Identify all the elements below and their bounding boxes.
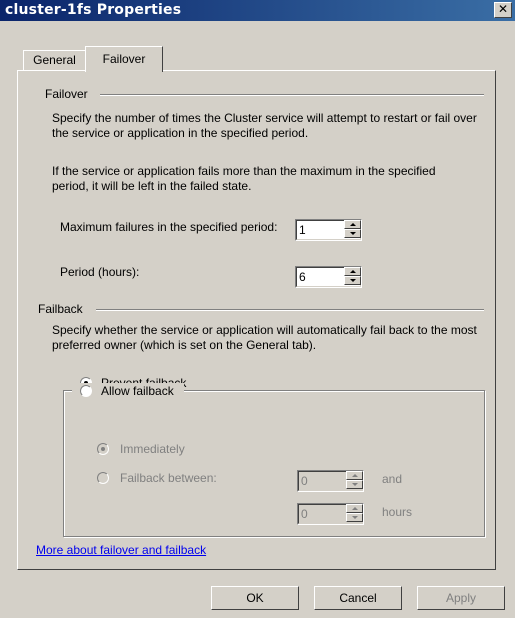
allow-failback-label[interactable]: Allow failback: [101, 384, 174, 398]
failback-between-radio[interactable]: [97, 472, 109, 484]
immediately-radio[interactable]: [97, 443, 109, 455]
failback-start-value[interactable]: 0: [301, 474, 308, 488]
failover-description-2: If the service or application fails more…: [52, 164, 436, 193]
failover-divider: [100, 94, 484, 96]
increment-icon[interactable]: [346, 504, 363, 513]
increment-icon[interactable]: [344, 220, 361, 229]
allow-failback-radio[interactable]: [80, 385, 92, 397]
increment-icon[interactable]: [344, 267, 361, 276]
more-about-link[interactable]: More about failover and failback: [36, 543, 206, 557]
period-value[interactable]: 6: [299, 270, 306, 284]
failback-heading: Failback: [35, 302, 86, 316]
failback-end-value[interactable]: 0: [301, 507, 308, 521]
ok-button[interactable]: OK: [211, 586, 299, 610]
immediately-label[interactable]: Immediately: [120, 442, 185, 456]
max-failures-stepper[interactable]: 1: [295, 219, 362, 241]
hours-label: hours: [382, 505, 413, 519]
close-button[interactable]: ✕: [494, 2, 512, 18]
decrement-icon[interactable]: [346, 480, 363, 489]
failback-start-stepper[interactable]: 0: [297, 470, 364, 492]
max-failures-value[interactable]: 1: [299, 223, 306, 237]
failover-heading: Failover: [42, 87, 91, 101]
allow-failback-group: [63, 390, 485, 537]
and-label: and: [382, 472, 403, 486]
tab-failover[interactable]: Failover: [85, 46, 163, 72]
decrement-icon[interactable]: [344, 276, 361, 285]
close-icon: ✕: [497, 2, 509, 16]
failback-between-label[interactable]: Failback between:: [120, 471, 217, 485]
failover-description-1: Specify the number of times the Cluster …: [52, 111, 477, 140]
failback-description: Specify whether the service or applicati…: [52, 323, 477, 352]
decrement-icon[interactable]: [344, 229, 361, 238]
failback-divider: [96, 309, 484, 311]
period-stepper[interactable]: 6: [295, 266, 362, 288]
tab-general[interactable]: General: [23, 50, 86, 70]
period-label: Period (hours):: [60, 265, 140, 279]
increment-icon[interactable]: [346, 471, 363, 480]
max-failures-label: Maximum failures in the specified period…: [60, 220, 278, 234]
window-title: cluster-1fs Properties: [5, 2, 182, 18]
decrement-icon[interactable]: [346, 513, 363, 522]
apply-button[interactable]: Apply: [417, 586, 505, 610]
cancel-button[interactable]: Cancel: [314, 586, 402, 610]
failback-end-stepper[interactable]: 0: [297, 503, 364, 525]
